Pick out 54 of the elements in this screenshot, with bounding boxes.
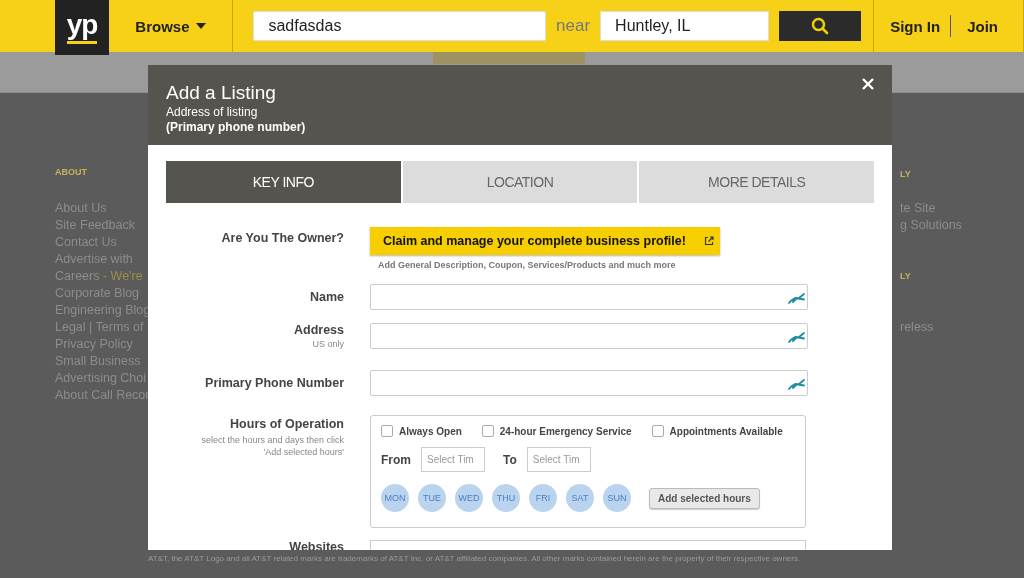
- checkbox[interactable]: [651, 425, 664, 437]
- external-link-icon: [704, 236, 714, 246]
- day-toggle[interactable]: SAT: [566, 484, 594, 512]
- day-toggle[interactable]: THU: [492, 484, 520, 512]
- field-hint: US only: [311, 338, 344, 350]
- footer-heading: LY: [900, 168, 912, 181]
- caret-icon: [196, 23, 207, 29]
- day-toggle[interactable]: FRI: [529, 484, 557, 512]
- checkbox-label: 24-hour Emergency Service: [499, 425, 632, 437]
- close-icon: [862, 78, 874, 90]
- bird-icon: [787, 290, 805, 304]
- search-icon: [811, 17, 830, 35]
- footer-heading: ABOUT: [55, 166, 88, 178]
- text-field[interactable]: [370, 323, 808, 349]
- search-field[interactable]: sadfasdas: [253, 11, 547, 41]
- bird-icon: [787, 329, 805, 343]
- day-toggle[interactable]: SUN: [603, 484, 631, 512]
- checkbox-label: Always Open: [399, 425, 462, 437]
- claim-note: Add General Description, Coupon, Services/Products and much more: [378, 260, 677, 270]
- day-toggle[interactable]: MON: [381, 484, 409, 512]
- footer-heading: LY: [900, 270, 912, 283]
- checkbox[interactable]: [481, 425, 494, 437]
- near-label: near: [556, 16, 591, 36]
- field-hint: select the hours and days then click 'Add selected hours': [200, 434, 344, 458]
- time-field[interactable]: Select Tim: [421, 447, 485, 472]
- dialog-subtitle: Address of listing: [166, 105, 259, 120]
- field-label: Address: [292, 323, 344, 338]
- bird-icon: [787, 376, 805, 390]
- field-label: Name: [308, 290, 344, 305]
- add-hours-button[interactable]: Add selected hours: [649, 487, 760, 509]
- checkbox-label: Appointments Available: [669, 425, 783, 437]
- day-toggle[interactable]: TUE: [418, 484, 446, 512]
- to-label: To: [503, 452, 517, 467]
- browse-menu[interactable]: Browse: [135, 17, 207, 35]
- location-field[interactable]: Huntley, IL: [600, 11, 770, 41]
- tab[interactable]: KEY INFO: [166, 161, 401, 203]
- claim-button[interactable]: Claim and manage your complete business profile!: [370, 227, 720, 255]
- sign-in-link[interactable]: Sign In: [890, 17, 941, 35]
- field-label: Hours of Operation: [229, 417, 344, 432]
- join-link[interactable]: Join: [967, 17, 998, 35]
- dialog-title: Add a Listing: [166, 81, 276, 105]
- time-field[interactable]: Select Tim: [526, 447, 591, 472]
- from-label: From: [381, 452, 411, 467]
- field-label: Primary Phone Number: [204, 376, 344, 391]
- text-field[interactable]: [370, 370, 808, 396]
- field-label: Are You The Owner?: [220, 231, 344, 246]
- tab[interactable]: MORE DETAILS: [639, 161, 874, 203]
- search-button[interactable]: [779, 11, 862, 41]
- checkbox[interactable]: [381, 425, 393, 437]
- text-field[interactable]: [370, 284, 808, 310]
- day-toggle[interactable]: WED: [455, 484, 483, 512]
- tab[interactable]: LOCATION: [402, 161, 638, 203]
- logo[interactable]: yp: [55, 0, 110, 55]
- dialog-subtitle: (Primary phone number): [166, 120, 307, 135]
